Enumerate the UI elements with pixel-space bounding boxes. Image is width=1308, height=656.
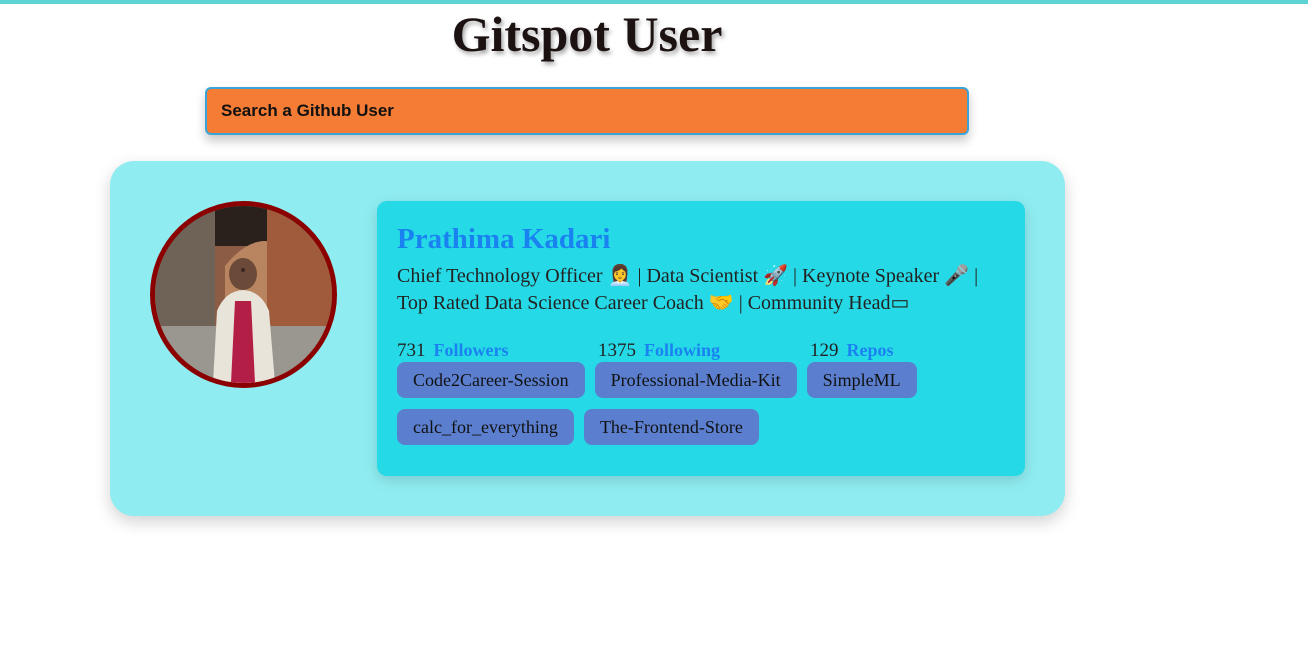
following-count: 1375 xyxy=(598,340,636,361)
search-input[interactable] xyxy=(207,89,967,133)
repos-label: Repos xyxy=(846,340,894,360)
followers-stat[interactable]: 731 Followers xyxy=(397,339,508,362)
user-card: Prathima Kadari Chief Technology Officer… xyxy=(110,161,1065,516)
app-title: Gitspot User xyxy=(451,6,723,62)
user-bio: Chief Technology Officer 👩‍💼 | Data Scie… xyxy=(397,265,979,314)
repo-link[interactable]: calc_for_everything xyxy=(397,409,574,445)
repo-link[interactable]: Code2Career-Session xyxy=(397,362,585,398)
user-info-card: Prathima Kadari Chief Technology Officer… xyxy=(377,201,1025,476)
top-accent-bar xyxy=(0,0,1308,4)
repo-link[interactable]: The-Frontend-Store xyxy=(583,409,759,445)
repos-count: 129 xyxy=(810,340,839,361)
user-stats: 731 Followers 1375 Following 129 Repos xyxy=(397,339,1007,363)
repo-link[interactable]: Professional-Media-Kit xyxy=(594,362,797,398)
followers-label: Followers xyxy=(433,340,509,360)
repo-list: Code2Career-Session Professional-Media-K… xyxy=(397,362,1007,445)
followers-count: 731 xyxy=(397,340,426,361)
following-label: Following xyxy=(644,340,721,360)
avatar-photo xyxy=(155,206,332,383)
repo-link[interactable]: SimpleML xyxy=(806,362,917,398)
search-box xyxy=(205,87,969,135)
repos-stat[interactable]: 129 Repos xyxy=(810,339,894,362)
user-avatar[interactable] xyxy=(150,201,337,388)
user-name: Prathima Kadari xyxy=(397,223,611,255)
following-stat[interactable]: 1375 Following xyxy=(598,339,720,362)
